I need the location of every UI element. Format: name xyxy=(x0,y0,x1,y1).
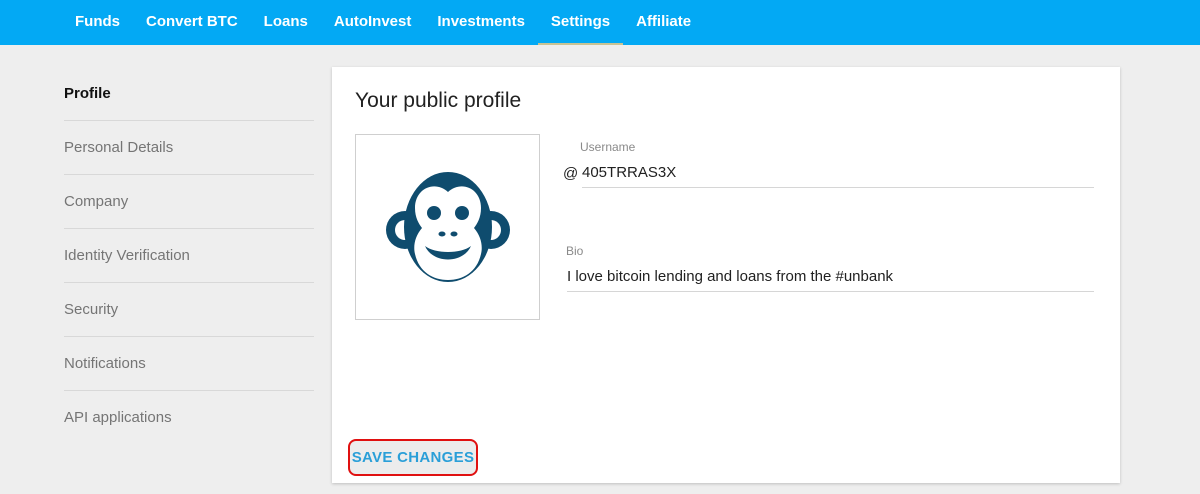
sidebar-item-personal-details[interactable]: Personal Details xyxy=(64,121,314,175)
bio-input[interactable] xyxy=(567,268,1094,292)
sidebar-item-company[interactable]: Company xyxy=(64,175,314,229)
sidebar-item-identity-verification[interactable]: Identity Verification xyxy=(64,229,314,283)
bio-label: Bio xyxy=(566,244,584,258)
top-navigation-bar: Funds Convert BTC Loans AutoInvest Inves… xyxy=(0,0,1200,45)
nav-affiliate[interactable]: Affiliate xyxy=(623,0,704,45)
sidebar-item-security[interactable]: Security xyxy=(64,283,314,337)
sidebar-item-api-applications[interactable]: API applications xyxy=(64,391,314,445)
username-input[interactable] xyxy=(582,164,1094,188)
username-label: Username xyxy=(580,140,636,154)
public-profile-card: Your public profile Username @ Bio SAVE … xyxy=(332,67,1120,483)
nav-settings[interactable]: Settings xyxy=(537,0,624,45)
nav-funds[interactable]: Funds xyxy=(62,0,133,45)
monkey-avatar-icon xyxy=(385,172,510,282)
nav-investments[interactable]: Investments xyxy=(424,0,538,45)
sidebar-item-notifications[interactable]: Notifications xyxy=(64,337,314,391)
sidebar-item-profile[interactable]: Profile xyxy=(64,67,314,121)
main-nav: Funds Convert BTC Loans AutoInvest Inves… xyxy=(62,0,704,45)
nav-loans[interactable]: Loans xyxy=(251,0,321,45)
save-changes-button[interactable]: SAVE CHANGES xyxy=(348,439,478,476)
avatar[interactable] xyxy=(355,134,540,320)
nav-convert-btc[interactable]: Convert BTC xyxy=(133,0,251,45)
settings-sidebar: Profile Personal Details Company Identit… xyxy=(64,67,314,445)
nav-autoinvest[interactable]: AutoInvest xyxy=(321,0,425,45)
page-title: Your public profile xyxy=(355,89,522,112)
username-prefix: @ xyxy=(563,165,579,182)
